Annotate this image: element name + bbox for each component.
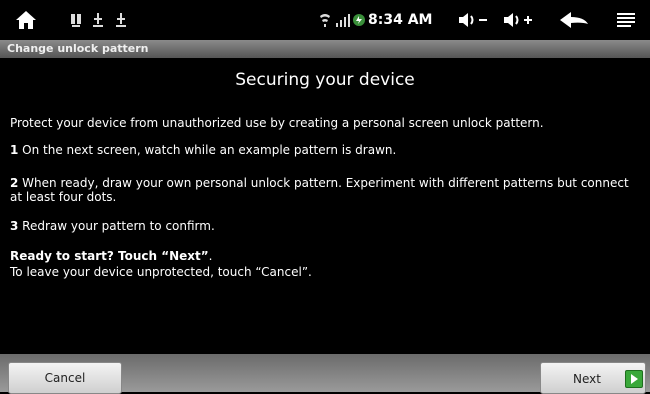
window-title-bar: Change unlock pattern bbox=[0, 40, 650, 58]
status-bar: 8:34 AM bbox=[0, 0, 650, 40]
status-clock: 8:34 AM bbox=[368, 12, 433, 28]
leave-text: To leave your device unprotected, touch … bbox=[10, 265, 312, 279]
usb-debug-icon bbox=[69, 6, 83, 34]
page-heading: Securing your device bbox=[235, 70, 415, 90]
bottom-button-bar: Cancel Next bbox=[0, 354, 650, 394]
cancel-button[interactable]: Cancel bbox=[8, 362, 122, 394]
menu-icon[interactable] bbox=[613, 6, 639, 34]
signal-icon bbox=[335, 6, 351, 34]
next-button[interactable]: Next bbox=[540, 362, 646, 394]
next-arrow-icon bbox=[625, 370, 643, 388]
usb-icon bbox=[90, 6, 106, 34]
step-text: When ready, draw your own personal unloc… bbox=[10, 176, 629, 204]
volume-up-icon[interactable] bbox=[501, 6, 537, 34]
step-2: 2 When ready, draw your own personal unl… bbox=[10, 176, 642, 204]
ready-text: Ready to start? Touch “Next” bbox=[10, 249, 209, 263]
battery-charging-icon bbox=[352, 6, 366, 34]
volume-down-icon[interactable] bbox=[456, 6, 490, 34]
home-icon[interactable] bbox=[13, 6, 39, 34]
intro-text: Protect your device from unauthorized us… bbox=[10, 116, 544, 130]
ready-suffix: . bbox=[208, 249, 213, 263]
next-label: Next bbox=[573, 372, 601, 386]
step-3: 3 Redraw your pattern to confirm. bbox=[10, 219, 642, 233]
usb-icon bbox=[113, 6, 129, 34]
back-icon[interactable] bbox=[556, 6, 592, 34]
window-title: Change unlock pattern bbox=[7, 42, 149, 55]
step-1: 1 On the next screen, watch while an exa… bbox=[10, 143, 642, 157]
step-text: Redraw your pattern to confirm. bbox=[18, 219, 215, 233]
ready-prompt: Ready to start? Touch “Next”. bbox=[10, 249, 642, 263]
cancel-label: Cancel bbox=[44, 371, 86, 385]
step-text: On the next screen, watch while an examp… bbox=[18, 143, 397, 157]
wifi-icon bbox=[318, 6, 332, 34]
